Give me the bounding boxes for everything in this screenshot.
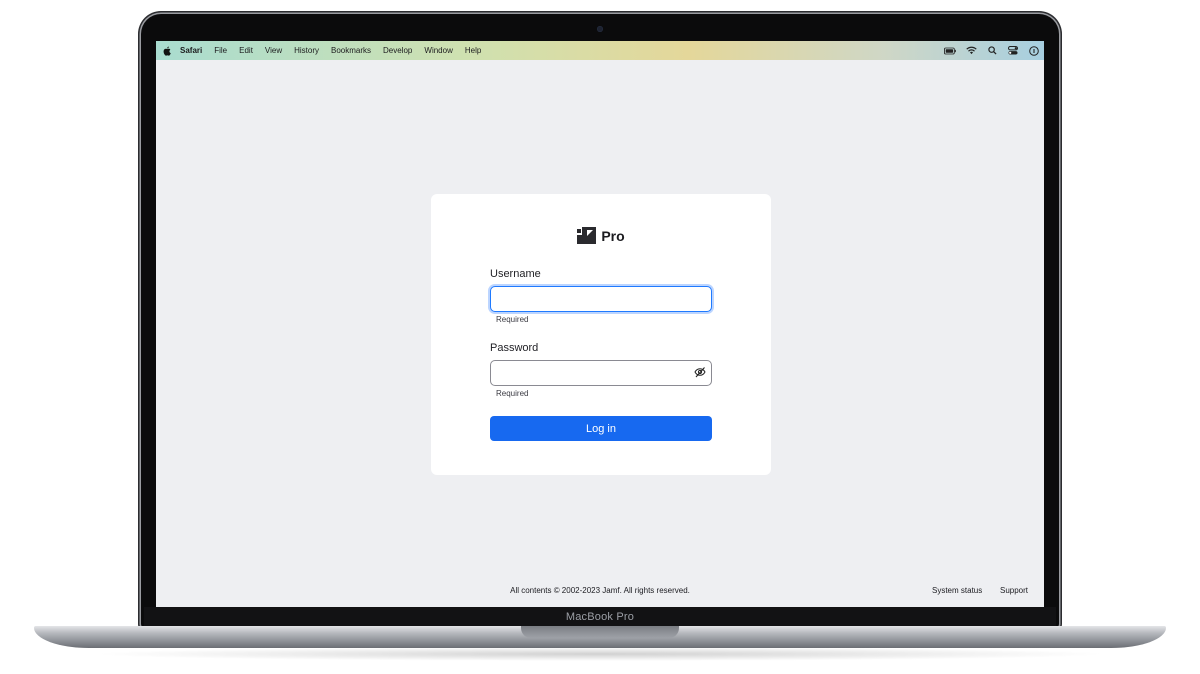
apple-logo-icon[interactable] (162, 46, 172, 56)
screen: Safari File Edit View History Bookmarks … (156, 41, 1044, 607)
copyright-text: All contents © 2002-2023 Jamf. All right… (510, 586, 690, 595)
menu-bookmarks[interactable]: Bookmarks (331, 46, 371, 55)
menu-bar: Safari File Edit View History Bookmarks … (156, 41, 1044, 60)
menu-develop[interactable]: Develop (383, 46, 412, 55)
wifi-icon[interactable] (965, 46, 977, 56)
username-label: Username (490, 268, 541, 280)
username-field[interactable] (490, 286, 712, 312)
status-tray (935, 41, 1040, 60)
menu-file[interactable]: File (214, 46, 227, 55)
support-link[interactable]: Support (1000, 586, 1028, 595)
control-center-icon[interactable] (1007, 46, 1019, 56)
laptop-shadow (90, 647, 1110, 661)
device-label: MacBook Pro (565, 611, 635, 623)
menu-help[interactable]: Help (465, 46, 481, 55)
eye-slash-icon[interactable] (694, 365, 706, 378)
camera-icon (597, 26, 603, 32)
username-hint: Required (496, 315, 529, 324)
laptop-hinge-notch (521, 626, 679, 638)
siri-icon[interactable] (1028, 45, 1040, 56)
login-card: Pro Username Required Password Required … (431, 194, 771, 475)
password-hint: Required (496, 389, 529, 398)
brand-header: Pro (431, 227, 771, 244)
jamf-logo-icon (577, 227, 597, 244)
menu-history[interactable]: History (294, 46, 319, 55)
menu-window[interactable]: Window (424, 46, 452, 55)
password-field[interactable] (490, 360, 712, 386)
spotlight-search-icon[interactable] (986, 46, 998, 56)
password-label: Password (490, 342, 539, 354)
menu-edit[interactable]: Edit (239, 46, 253, 55)
system-status-link[interactable]: System status (932, 586, 982, 595)
menu-app-safari[interactable]: Safari (180, 46, 202, 55)
brand-title: Pro (601, 227, 625, 244)
login-button[interactable]: Log in (490, 416, 712, 441)
battery-icon[interactable] (944, 46, 956, 56)
menu-view[interactable]: View (265, 46, 282, 55)
